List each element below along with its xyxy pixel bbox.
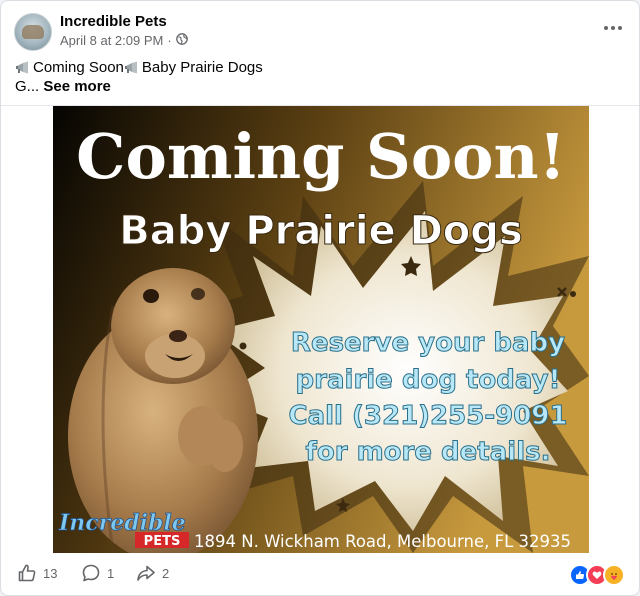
post-actions-bar: 13 1 2 (1, 553, 639, 595)
share-count: 2 (162, 565, 170, 581)
image-subheadline: Baby Prairie Dogs (119, 208, 522, 254)
comment-button[interactable]: 1 (81, 563, 114, 583)
post-image[interactable]: Coming Soon! Baby Prairie Dogs Reserve y… (53, 106, 589, 553)
comment-count: 1 (107, 565, 115, 581)
image-body-line-4: for more details. (306, 437, 551, 467)
avatar-pet-image (22, 25, 44, 39)
more-dot-icon (611, 26, 615, 30)
post-text-line-1: Coming Soon Baby Prairie Dogs (15, 58, 615, 77)
post-text: Coming Soon Baby Prairie Dogs G... See m… (15, 58, 615, 96)
post-meta: April 8 at 2:09 PM · (60, 33, 188, 48)
post-text-line-2: G... See more (15, 77, 615, 96)
post-text-coming-soon: Coming Soon (33, 59, 124, 76)
megaphone-emoji-icon (15, 61, 31, 75)
see-more-link[interactable]: See more (43, 77, 111, 96)
dot-icon (239, 342, 247, 350)
image-body-line-3: Call (321)255-9091 (289, 401, 568, 431)
page-name-link[interactable]: Incredible Pets (60, 13, 167, 30)
like-button[interactable]: 13 (17, 563, 57, 583)
globe-icon[interactable] (175, 33, 188, 48)
page-avatar[interactable] (14, 13, 52, 51)
post-timestamp[interactable]: April 8 at 2:09 PM (60, 33, 163, 48)
like-count: 13 (43, 565, 58, 581)
post-text-baby-prairie-dogs: Baby Prairie Dogs (141, 59, 263, 76)
logo-pets: PETS (144, 534, 181, 549)
share-icon (137, 565, 155, 581)
more-dot-icon (618, 26, 622, 30)
image-headline: Coming Soon! (76, 120, 566, 193)
dot-icon (570, 291, 576, 297)
share-button[interactable]: 2 (136, 563, 169, 583)
reaction-summary[interactable] (569, 564, 625, 586)
thumbs-up-icon (18, 564, 36, 582)
meta-separator: · (167, 33, 172, 48)
more-dot-icon (604, 26, 608, 30)
comment-icon (82, 564, 100, 582)
image-address: 1894 N. Wickham Road, Melbourne, FL 3293… (194, 532, 571, 551)
megaphone-emoji-icon (124, 61, 140, 75)
image-body-line-2: prairie dog today! (296, 365, 561, 395)
care-reaction-icon (603, 564, 625, 586)
image-body-line-1: Reserve your baby (291, 328, 565, 358)
post-card: Incredible Pets April 8 at 2:09 PM · Com… (0, 0, 640, 596)
post-text-truncated: G... (15, 78, 40, 95)
post-options-button[interactable] (601, 18, 625, 38)
